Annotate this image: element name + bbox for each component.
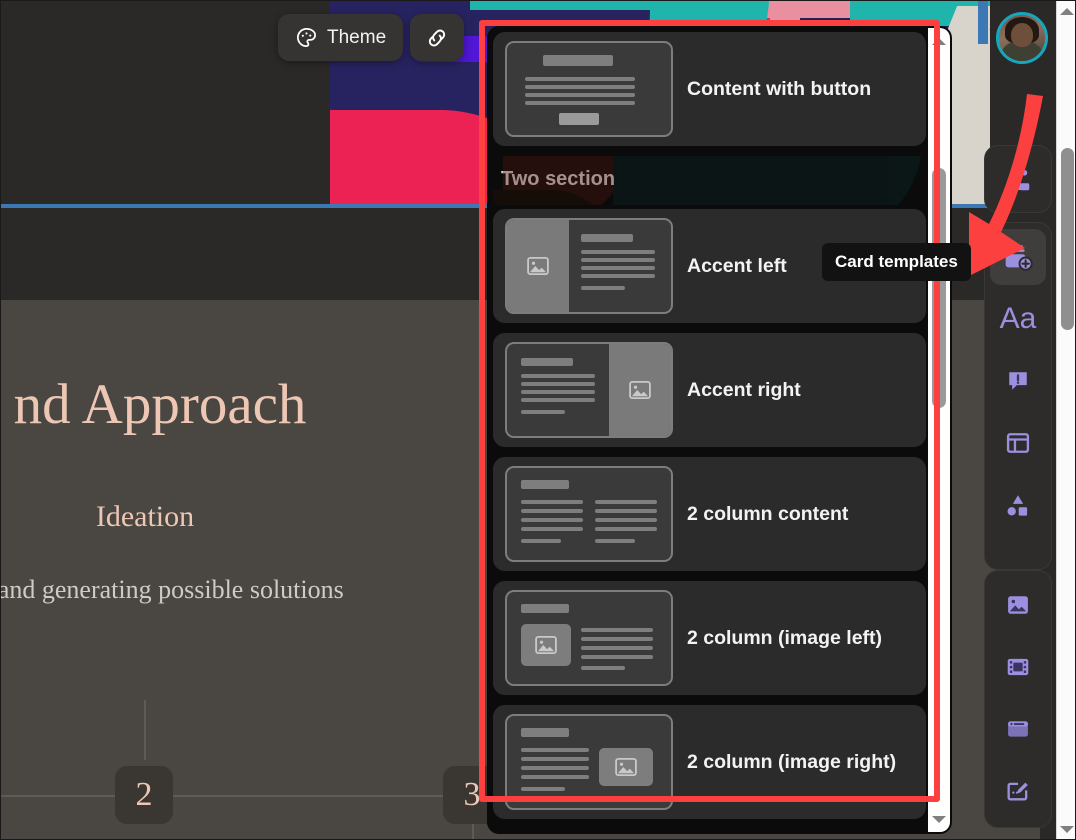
- add-person-icon[interactable]: [990, 152, 1046, 208]
- image-placeholder-box: [599, 748, 653, 786]
- list-item[interactable]: Accent right: [493, 333, 926, 447]
- link-icon: [424, 25, 450, 51]
- template-thumbnail: [505, 41, 673, 137]
- scrollbar-thumb[interactable]: [932, 168, 946, 408]
- timeline-tick-up: [144, 700, 146, 760]
- template-label: Accent right: [687, 378, 801, 401]
- rail-group-media: [984, 570, 1052, 828]
- floating-toolbar: Theme: [278, 14, 465, 61]
- embed-icon[interactable]: [990, 701, 1046, 757]
- rail-group-insert: Aa: [984, 222, 1052, 570]
- template-label: Content with button: [687, 77, 872, 100]
- template-label: 2 column content: [687, 502, 849, 525]
- scroll-down-arrow-icon[interactable]: [928, 808, 950, 830]
- template-label: Accent left: [687, 254, 787, 277]
- right-rail: Aa: [984, 0, 1056, 840]
- template-label: 2 column (image left): [687, 626, 883, 649]
- image-placeholder-icon: [629, 381, 651, 399]
- popover-scrollbar[interactable]: [928, 28, 950, 832]
- slide-subtitle: Ideation: [95, 500, 195, 533]
- slide-description: orming and generating possible solutions: [0, 575, 344, 604]
- timeline-node-2: 2: [115, 766, 173, 824]
- list-item[interactable]: 2 column content: [493, 457, 926, 571]
- text-icon-glyph: Aa: [999, 302, 1037, 335]
- browser-scroll-up-arrow-icon[interactable]: [1057, 3, 1076, 19]
- card-templates-icon[interactable]: [990, 229, 1046, 285]
- layout-icon[interactable]: [990, 415, 1046, 471]
- theme-button-label: Theme: [327, 26, 387, 48]
- browser-scrollbar[interactable]: [1056, 0, 1076, 840]
- template-thumbnail: [505, 342, 673, 438]
- shapes-icon[interactable]: [990, 477, 1046, 533]
- template-thumbnail: [505, 466, 673, 562]
- theme-button[interactable]: Theme: [278, 14, 404, 61]
- callout-icon[interactable]: [990, 353, 1046, 409]
- card-templates-popover: Content with button Two section: [487, 26, 952, 834]
- list-item[interactable]: 2 column (image left): [493, 581, 926, 695]
- browser-scrollbar-thumb[interactable]: [1061, 148, 1074, 330]
- link-button[interactable]: [410, 14, 465, 61]
- card-templates-list: Content with button Two section: [487, 26, 952, 834]
- template-label: 2 column (image right): [687, 750, 897, 773]
- browser-scroll-down-arrow-icon[interactable]: [1057, 821, 1076, 837]
- group-header-two-section: Two section: [493, 156, 926, 205]
- image-placeholder-icon: [527, 257, 549, 275]
- palette-icon: [295, 26, 318, 49]
- user-avatar[interactable]: [996, 12, 1048, 64]
- drawing-icon[interactable]: [990, 763, 1046, 819]
- template-thumbnail: [505, 590, 673, 686]
- image-icon[interactable]: [990, 577, 1046, 633]
- app-root: nd Approach Ideation orming and generati…: [0, 0, 1076, 840]
- video-icon[interactable]: [990, 639, 1046, 695]
- rail-group-people: [984, 145, 1052, 213]
- list-item[interactable]: 2 column (image right): [493, 705, 926, 819]
- template-thumbnail: [505, 218, 673, 314]
- scroll-up-arrow-icon[interactable]: [928, 30, 950, 52]
- slide-title: nd Approach: [13, 373, 307, 436]
- timeline-axis: [0, 795, 470, 797]
- image-placeholder-box: [521, 624, 571, 666]
- template-thumbnail: [505, 714, 673, 810]
- tooltip: Card templates: [822, 243, 971, 281]
- list-item[interactable]: Content with button: [493, 32, 926, 146]
- text-icon[interactable]: Aa: [990, 291, 1046, 347]
